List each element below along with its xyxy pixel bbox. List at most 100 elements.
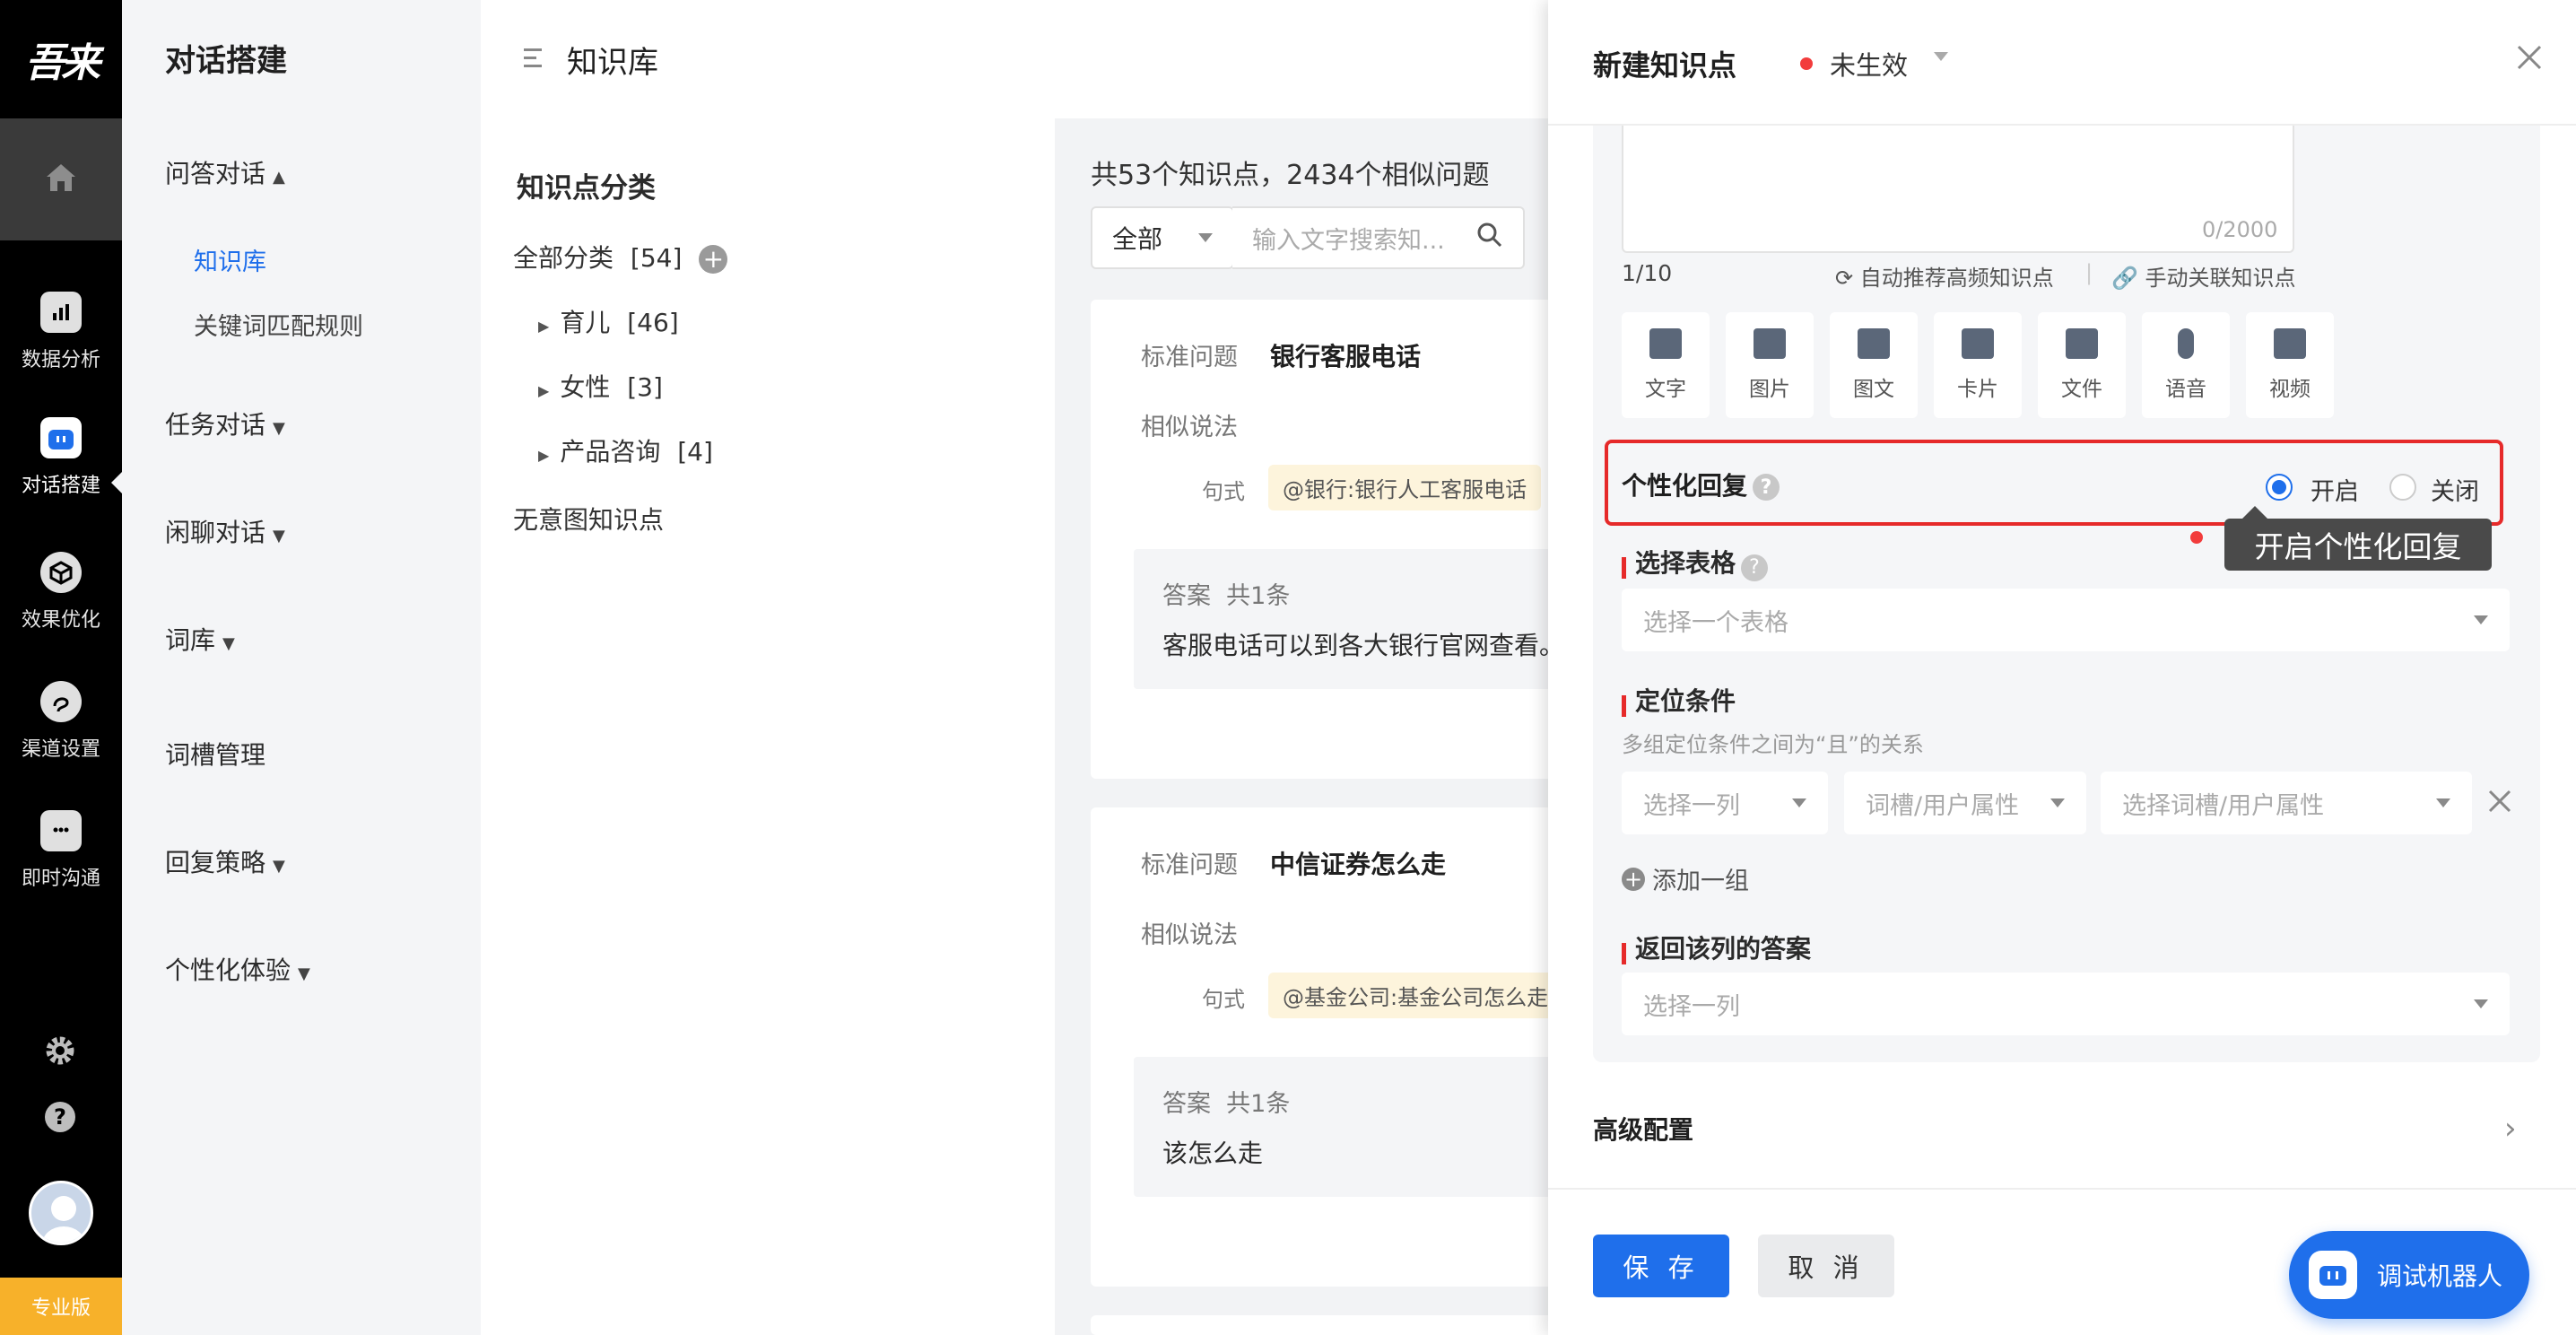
settings-gear-icon[interactable]: [41, 1032, 79, 1069]
radio-on-label[interactable]: 开启: [2311, 472, 2359, 507]
answer-header: 答案 共1条: [1162, 1090, 1291, 1118]
rail-item-label: 对话搭建: [21, 475, 100, 497]
caret-right-icon[interactable]: ▶: [538, 318, 549, 335]
nav-item-chitchat[interactable]: 闲聊对话 ▼: [165, 513, 285, 549]
search-placeholder: 输入文字搜索知...: [1252, 226, 1445, 255]
tool-card-button[interactable]: 卡片: [1934, 312, 2022, 418]
locate-field-label: 定位条件: [1622, 682, 1736, 718]
home-button[interactable]: [0, 118, 122, 240]
category-filter-select[interactable]: 全部: [1091, 206, 1234, 269]
category-no-intent[interactable]: 无意图知识点: [513, 501, 664, 537]
nav-sub-keyword-rules[interactable]: 关键词匹配规则: [194, 307, 363, 342]
attribute-select[interactable]: 词槽/用户属性: [1844, 772, 2086, 834]
chevron-down-icon: [2474, 999, 2488, 1008]
help-icon[interactable]: ?: [1753, 474, 1780, 501]
table-select[interactable]: 选择一个表格: [1622, 589, 2510, 651]
knowledge-card[interactable]: 标准问题 中信证券怎么走 相似说法 句式 @基金公司:基金公司怎么走 答案 共1…: [1091, 807, 1563, 1287]
attribute-value-select[interactable]: 选择词槽/用户属性: [2101, 772, 2472, 834]
radio-off[interactable]: [2389, 474, 2416, 501]
chevron-down-icon: [2436, 798, 2450, 807]
answer-textarea[interactable]: [1622, 126, 2294, 253]
robot-icon: [40, 417, 82, 458]
std-question-label: 标准问题: [1141, 851, 1238, 879]
search-input[interactable]: 输入文字搜索知...: [1232, 206, 1525, 269]
menu-toggle-icon[interactable]: [524, 47, 544, 70]
table-field-label: 选择表格?: [1622, 544, 1769, 581]
nav-item-label: 词库: [165, 625, 216, 655]
radio-off-label[interactable]: 关闭: [2431, 472, 2479, 507]
category-count: [54]: [630, 243, 683, 273]
nav-item-lexicon[interactable]: 词库 ▼: [165, 621, 235, 657]
return-column-select[interactable]: 选择一列: [1622, 973, 2510, 1035]
category-count: [46]: [627, 308, 679, 337]
nav-item-task[interactable]: 任务对话 ▼: [165, 406, 285, 441]
pattern-label: 句式: [1202, 479, 1245, 504]
manual-link[interactable]: 🔗 手动关联知识点: [2111, 260, 2296, 292]
answer-text: 该怎么走: [1162, 1139, 1264, 1168]
search-icon[interactable]: [1476, 222, 1503, 255]
radio-on[interactable]: [2266, 474, 2293, 501]
add-category-icon[interactable]: +: [699, 245, 728, 274]
category-parenting[interactable]: ▶ 育儿 [46]: [538, 303, 679, 339]
locate-hint: 多组定位条件之间为“且”的关系: [1622, 732, 1924, 757]
bar-chart-icon: [40, 292, 82, 333]
tool-image-button[interactable]: 图片: [1726, 312, 1814, 418]
text-icon: [1649, 328, 1682, 359]
microphone-icon: [2178, 328, 2194, 359]
category-count: [3]: [627, 372, 663, 402]
add-group-button[interactable]: + 添加一组: [1622, 861, 1749, 896]
tool-file-button[interactable]: 文件: [2038, 312, 2126, 418]
help-icon[interactable]: ?: [1741, 554, 1769, 581]
cancel-button[interactable]: 取 消: [1758, 1235, 1894, 1297]
rail-item-dialog-build[interactable]: 对话搭建: [0, 395, 122, 520]
similar-label: 相似说法: [1141, 921, 1238, 949]
nav-item-slots[interactable]: 词槽管理: [165, 736, 265, 772]
knowledge-card[interactable]: [1091, 1315, 1557, 1335]
status-select[interactable]: 未生效: [1830, 45, 1908, 83]
pattern-label: 句式: [1202, 987, 1245, 1012]
remove-condition-icon[interactable]: [2485, 786, 2515, 816]
help-icon[interactable]: ?: [41, 1098, 79, 1136]
caret-right-icon[interactable]: ▶: [538, 382, 549, 399]
category-women[interactable]: ▶ 女性 [3]: [538, 368, 663, 404]
advanced-config-row[interactable]: 高级配置: [1593, 1111, 1693, 1147]
user-avatar[interactable]: [29, 1181, 93, 1245]
chevron-down-icon: ▼: [298, 964, 310, 983]
tooltip: 开启个性化回复: [2224, 519, 2492, 571]
knowledge-card[interactable]: 标准问题 银行客服电话 相似说法 句式 @银行:银行人工客服电话 答案 共1条 …: [1091, 300, 1564, 779]
auto-recommend-link[interactable]: ⟳ 自动推荐高频知识点: [1835, 260, 2054, 292]
nav-item-qa[interactable]: 问答对话 ▲: [165, 154, 285, 190]
category-all[interactable]: 全部分类 [54] +: [513, 239, 728, 275]
pattern-tag[interactable]: @基金公司:基金公司怎么走: [1268, 973, 1563, 1018]
debug-label: 调试机器人: [2377, 1261, 2503, 1291]
category-title: 知识点分类: [517, 172, 656, 205]
chevron-right-icon[interactable]: ›: [2504, 1111, 2517, 1147]
nav-item-reply-strategy[interactable]: 回复策略 ▼: [165, 843, 285, 879]
tool-voice-button[interactable]: 语音: [2142, 312, 2230, 418]
rail-item-analytics[interactable]: 数据分析: [0, 269, 122, 395]
image-icon: [1754, 328, 1786, 359]
nav-sub-knowledge-base[interactable]: 知识库: [194, 242, 266, 277]
required-marker: [1622, 694, 1626, 717]
chevron-down-icon[interactable]: [1934, 52, 1948, 61]
channel-icon: [40, 681, 82, 722]
chevron-up-icon: ▲: [273, 168, 285, 187]
pattern-tag[interactable]: @银行:银行人工客服电话: [1268, 465, 1542, 510]
tool-video-button[interactable]: 视频: [2246, 312, 2334, 418]
answer-box: 答案 共1条 该怎么走: [1134, 1057, 1557, 1197]
select-placeholder: 选择一列: [1643, 992, 1740, 1021]
tool-image-text-button[interactable]: 图文: [1830, 312, 1918, 418]
rail-item-optimize[interactable]: 效果优化: [0, 529, 122, 655]
nav-item-personalization[interactable]: 个性化体验 ▼: [165, 951, 310, 987]
column-select[interactable]: 选择一列: [1622, 772, 1828, 834]
nav-title: 对话搭建: [165, 43, 287, 79]
caret-right-icon[interactable]: ▶: [538, 447, 549, 464]
close-icon[interactable]: [2511, 39, 2547, 75]
category-product[interactable]: ▶ 产品咨询 [4]: [538, 432, 713, 468]
save-button[interactable]: 保 存: [1593, 1235, 1729, 1297]
tool-text-button[interactable]: 文字: [1622, 312, 1710, 418]
brand-logo[interactable]: 吾来: [0, 0, 122, 118]
rail-item-chat[interactable]: 即时沟通: [0, 788, 122, 913]
debug-bot-button[interactable]: 调试机器人: [2289, 1231, 2529, 1319]
rail-item-channel[interactable]: 渠道设置: [0, 659, 122, 784]
